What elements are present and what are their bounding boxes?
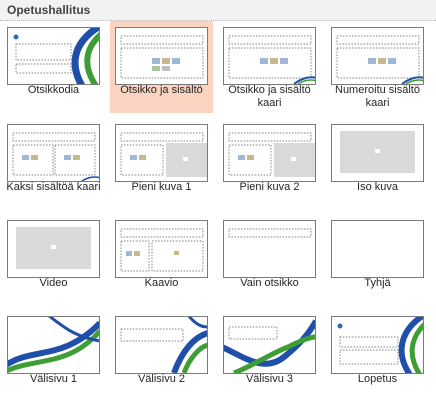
layout-otsikko-ja-sisalto[interactable]: Otsikko ja sisältö xyxy=(110,21,213,113)
layout-thumbnail xyxy=(331,124,424,182)
layout-label: Vain otsikko xyxy=(240,277,299,289)
layout-thumbnail xyxy=(223,124,316,182)
layout-label: Otsikko ja sisältö kaari xyxy=(228,84,311,109)
gallery-title: Opetushallitus xyxy=(7,3,91,17)
layout-numeroitu-sisalto-kaari[interactable]: Numeroitu sisältö kaari xyxy=(326,21,429,113)
layout-kaavio[interactable]: Kaavio xyxy=(110,214,213,306)
layout-vain-otsikko[interactable]: Vain otsikko xyxy=(218,214,321,306)
layout-thumbnail xyxy=(223,220,316,278)
layout-label: Pieni kuva 1 xyxy=(131,181,192,193)
layout-pieni-kuva-1[interactable]: Pieni kuva 1 xyxy=(110,118,213,210)
layout-label: Otsikko ja sisältö xyxy=(120,84,203,96)
layout-label: Kaavio xyxy=(144,277,179,289)
layout-label: Otsikkodia xyxy=(27,84,80,96)
layout-thumbnail xyxy=(7,220,100,278)
layout-label: Tyhjä xyxy=(364,277,391,289)
layout-thumbnail xyxy=(115,316,208,374)
layout-thumbnail xyxy=(115,220,208,278)
layout-label: Video xyxy=(39,277,68,289)
layout-tyhja[interactable]: Tyhjä xyxy=(326,214,429,306)
layout-label: Pieni kuva 2 xyxy=(239,181,300,193)
layout-thumbnail xyxy=(7,27,100,85)
layout-label: Iso kuva xyxy=(357,181,398,193)
layout-lopetus[interactable]: Lopetus xyxy=(326,310,429,402)
layout-iso-kuva[interactable]: Iso kuva xyxy=(326,118,429,210)
layout-thumbnail xyxy=(7,316,100,374)
layout-thumbnail xyxy=(331,316,424,374)
layout-video[interactable]: Video xyxy=(2,214,105,306)
layout-label: Välisivu 3 xyxy=(245,373,294,385)
layout-label: Numeroitu sisältö kaari xyxy=(335,84,420,109)
layout-thumbnail xyxy=(331,220,424,278)
layout-thumbnail xyxy=(7,124,100,182)
layout-thumbnail xyxy=(223,316,316,374)
layout-pieni-kuva-2[interactable]: Pieni kuva 2 xyxy=(218,118,321,210)
layout-label: Välisivu 1 xyxy=(29,373,78,385)
layout-valisivu-2[interactable]: Välisivu 2 xyxy=(110,310,213,402)
layout-label: Kaksi sisältöä kaari xyxy=(6,181,101,193)
layout-thumbnail xyxy=(331,27,424,85)
layout-valisivu-1[interactable]: Välisivu 1 xyxy=(2,310,105,402)
layout-thumbnail xyxy=(115,27,208,85)
layout-valisivu-3[interactable]: Välisivu 3 xyxy=(218,310,321,402)
layout-label: Välisivu 2 xyxy=(137,373,186,385)
layout-thumbnail xyxy=(115,124,208,182)
layout-thumbnail xyxy=(223,27,316,85)
layout-kaksi-sisaltoa-kaari[interactable]: Kaksi sisältöä kaari xyxy=(2,118,105,210)
layout-otsikkodia[interactable]: Otsikkodia xyxy=(2,21,105,113)
layout-otsikko-ja-sisalto-kaari[interactable]: Otsikko ja sisältö kaari xyxy=(218,21,321,113)
layout-label: Lopetus xyxy=(357,373,398,385)
gallery-header: Opetushallitus xyxy=(0,0,436,21)
